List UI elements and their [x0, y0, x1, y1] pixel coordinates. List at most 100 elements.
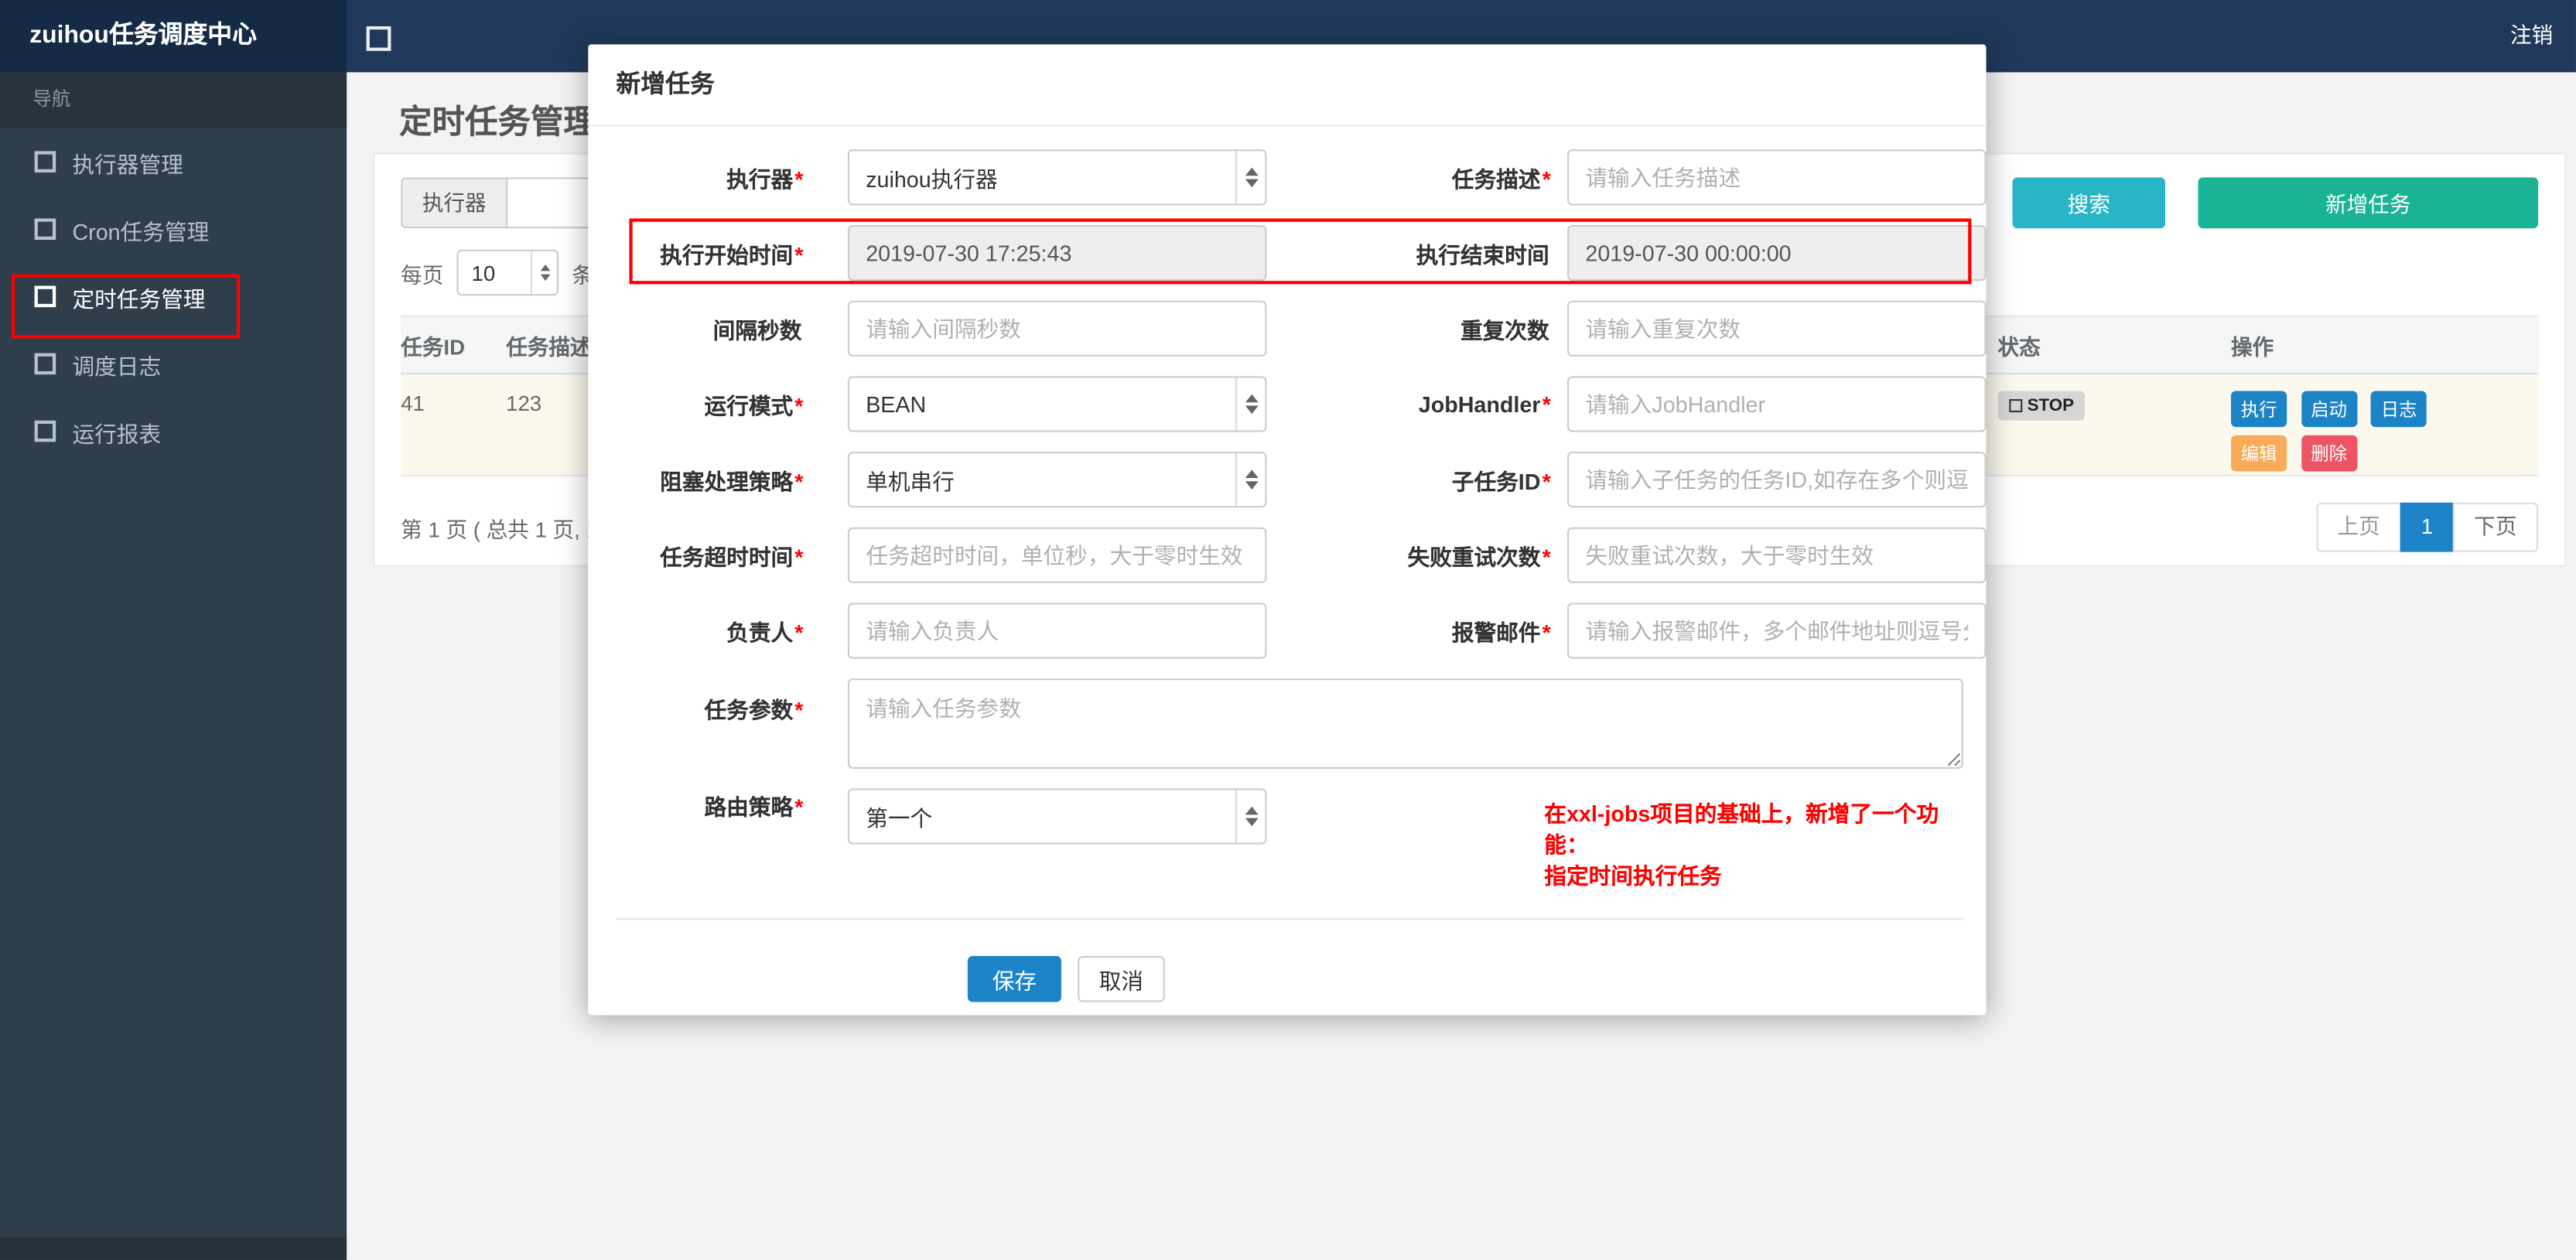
sidebar-item-timed-task-manage[interactable]: 定时任务管理 — [0, 263, 347, 330]
child-job-label: 子任务ID * — [1451, 470, 1551, 495]
modal-title: 新增任务 — [588, 44, 1987, 127]
square-icon — [34, 420, 56, 442]
sidebar-nav-label: 导航 — [0, 72, 347, 128]
form-row: 间隔秒数 重复次数 — [588, 300, 1987, 357]
job-param-label: 任务参数 * — [704, 698, 804, 723]
route-strategy-select[interactable]: 第一个 — [847, 788, 1267, 845]
search-button[interactable]: 搜索 — [2012, 177, 2166, 229]
run-button[interactable]: 执行 — [2230, 391, 2287, 428]
form-row: 任务超时时间* 失败重试次数* — [588, 527, 1987, 583]
end-time-label: 执行结束时间 — [1416, 243, 1549, 268]
alarm-email-input[interactable] — [1567, 603, 1987, 659]
pagination: 上页 1 下页 — [2315, 502, 2539, 552]
status-badge: STOP — [1997, 391, 2086, 421]
cancel-button[interactable]: 取消 — [1078, 955, 1165, 1002]
executor-label: 执行器 * — [726, 167, 804, 193]
job-handler-input[interactable] — [1567, 376, 1987, 432]
feature-note: 在xxl-jobs项目的基础上，新增了一个功能： 指定时间执行任务 — [1544, 801, 1939, 889]
form-row: 路由策略 * 第一个 在xxl-jobs项目的基础上，新增了一个功能： 指定时间执… — [588, 788, 1986, 892]
job-handler-label: JobHandler * — [1418, 391, 1551, 417]
per-page-select[interactable]: 10 — [456, 249, 559, 296]
header-status: 状态 — [1997, 334, 2041, 360]
timeout-input[interactable] — [847, 527, 1267, 583]
form-row: 执行器 * zuihou执行器 任务描述 * — [588, 149, 1987, 206]
start-button[interactable]: 启动 — [2301, 391, 2357, 428]
select-stepper-icon — [1235, 377, 1265, 431]
job-param-textarea[interactable] — [847, 678, 1963, 769]
sidebar-item-label: Cron任务管理 — [72, 219, 210, 244]
cell-actions: 执行 启动 日志 编辑 删除 — [2230, 374, 2538, 475]
square-icon — [34, 285, 56, 308]
owner-label: 负责人 * — [726, 620, 804, 646]
sidebar-footer — [0, 1237, 347, 1260]
sidebar-item-run-report[interactable]: 运行报表 — [0, 398, 347, 465]
prev-page-button[interactable]: 上页 — [2315, 502, 2402, 552]
run-mode-select[interactable]: BEAN — [847, 376, 1267, 432]
retry-label: 失败重试次数 * — [1407, 545, 1551, 570]
square-icon — [34, 353, 56, 375]
form-row: 阻塞处理策略 * 单机串行 子任务ID * — [588, 452, 1987, 508]
sidebar-item-executor-manage[interactable]: 执行器管理 — [0, 128, 347, 196]
modal-form: 执行器* zuihou执行器 任务描述* 执行开始时间* 执行结束时间 间隔秒数 — [588, 127, 1987, 1002]
header-task-id: 任务ID — [401, 334, 466, 360]
start-time-label: 执行开始时间 * — [660, 243, 804, 268]
repeat-input[interactable] — [1567, 300, 1987, 357]
pagination-info: 第 1 页 ( 总共 1 页, 1 — [401, 516, 598, 541]
sidebar-item-schedule-log[interactable]: 调度日志 — [0, 330, 347, 398]
app-root: zuihou任务调度中心 注销 导航 执行器管理 Cron任务管理 定时任务管理… — [0, 0, 2576, 1260]
block-strategy-label: 阻塞处理策略 * — [660, 470, 804, 495]
route-strategy-label: 路由策略 * — [704, 794, 804, 820]
add-task-button[interactable]: 新增任务 — [2198, 177, 2539, 229]
interval-label: 间隔秒数 — [712, 318, 802, 343]
modal-footer: 保存 取消 — [588, 955, 1986, 1002]
form-row: 执行开始时间* 执行结束时间 — [588, 224, 1987, 282]
sidebar-item-label: 执行器管理 — [72, 152, 183, 177]
executor-select[interactable]: zuihou执行器 — [847, 149, 1267, 206]
page-1-button[interactable]: 1 — [2400, 502, 2455, 552]
sidebar-item-label: 运行报表 — [72, 421, 162, 446]
square-icon — [34, 218, 56, 241]
sidebar-item-label: 调度日志 — [72, 353, 162, 379]
edit-button[interactable]: 编辑 — [2230, 435, 2287, 472]
form-row: 任务参数 * — [588, 678, 1986, 769]
add-task-modal: 新增任务 执行器* zuihou执行器 任务描述* 执行开始时间* 执行结束时间 — [588, 44, 1987, 1016]
per-page-label: 每页 — [401, 261, 444, 287]
sidebar: 导航 执行器管理 Cron任务管理 定时任务管理 调度日志 运行报表 — [0, 72, 347, 1260]
form-row: 负责人* 报警邮件* — [588, 603, 1987, 659]
job-desc-input[interactable] — [1567, 149, 1987, 206]
start-time-input[interactable] — [847, 224, 1267, 282]
next-page-button[interactable]: 下页 — [2452, 502, 2539, 552]
job-desc-label: 任务描述 * — [1451, 167, 1551, 193]
alarm-email-label: 报警邮件 * — [1451, 620, 1551, 646]
timeout-label: 任务超时时间 * — [660, 545, 804, 570]
child-job-input[interactable] — [1567, 452, 1987, 508]
cell-status: STOP — [1997, 374, 2231, 475]
delete-button[interactable]: 删除 — [2301, 435, 2357, 472]
app-logo: zuihou任务调度中心 — [0, 0, 347, 73]
logout-link[interactable]: 注销 — [2510, 0, 2553, 72]
retry-input[interactable] — [1567, 527, 1987, 583]
menu-collapse-icon[interactable] — [366, 26, 391, 51]
sidebar-item-cron-task-manage[interactable]: Cron任务管理 — [0, 196, 347, 263]
run-mode-label: 运行模式 * — [704, 394, 804, 419]
modal-divider — [616, 918, 1963, 920]
interval-input[interactable] — [847, 300, 1267, 357]
select-stepper-icon — [1235, 151, 1265, 204]
cell-task-id: 41 — [401, 391, 425, 416]
stop-square-icon — [2009, 399, 2023, 413]
sidebar-item-label: 定时任务管理 — [72, 286, 206, 312]
save-button[interactable]: 保存 — [967, 955, 1061, 1002]
square-icon — [34, 151, 56, 172]
owner-input[interactable] — [847, 603, 1267, 659]
block-strategy-select[interactable]: 单机串行 — [847, 452, 1267, 508]
log-button[interactable]: 日志 — [2371, 391, 2427, 428]
select-stepper-icon — [530, 251, 557, 295]
form-row: 运行模式 * BEAN JobHandler * — [588, 376, 1987, 432]
executor-filter-addon: 执行器 — [401, 177, 507, 229]
repeat-label: 重复次数 — [1460, 318, 1549, 343]
select-stepper-icon — [1235, 790, 1265, 843]
header-actions: 操作 — [2230, 334, 2274, 360]
select-stepper-icon — [1235, 453, 1265, 507]
end-time-input[interactable] — [1567, 224, 1987, 282]
page-title: 定时任务管理 — [399, 104, 596, 142]
